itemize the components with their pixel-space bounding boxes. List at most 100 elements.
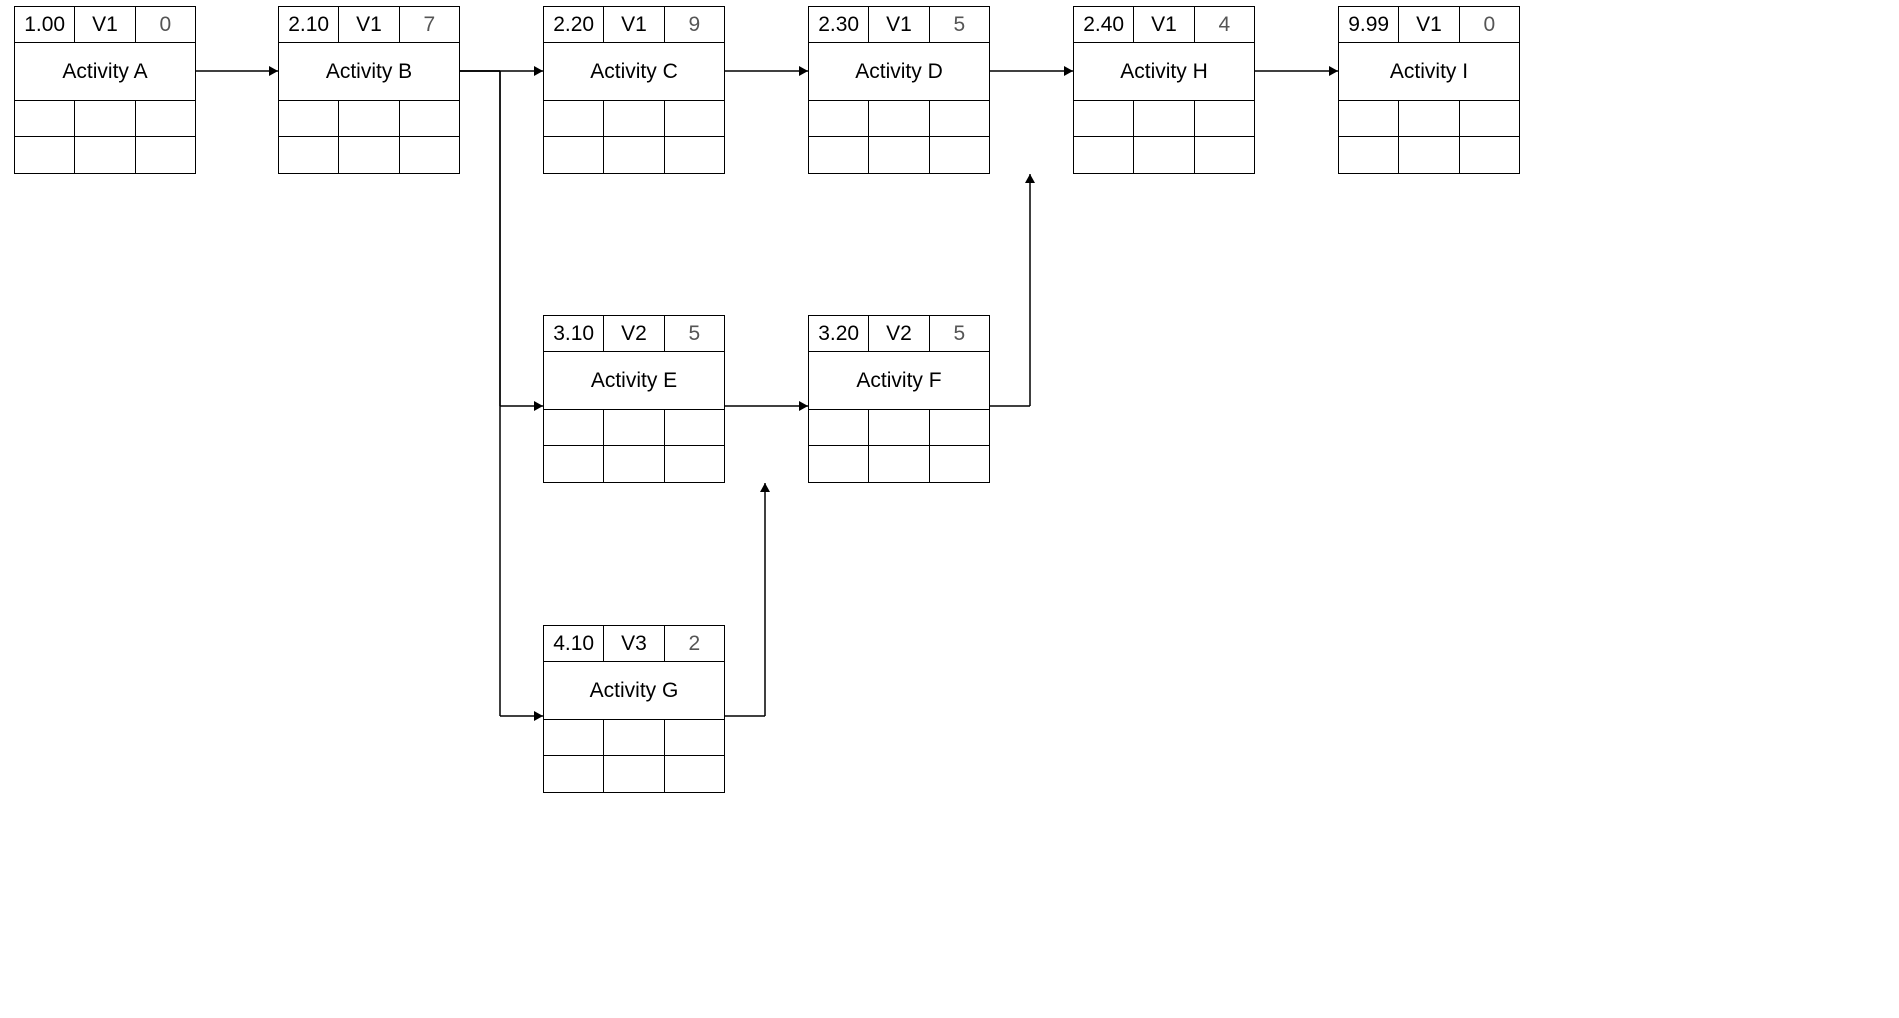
node-empty-cell (544, 101, 604, 137)
node-title: Activity G (544, 662, 724, 720)
node-version-cell: V1 (869, 7, 929, 43)
node-id-cell: 2.40 (1074, 7, 1134, 43)
node-empty-cell (809, 410, 869, 446)
node-empty-cell (930, 410, 989, 446)
node-empty-cell (809, 101, 869, 137)
node-empty-cell (809, 137, 869, 173)
node-header-row: 3.10V25 (544, 316, 724, 352)
node-empty-cell (400, 101, 459, 137)
activity-node-h: 2.40V14Activity H (1073, 6, 1255, 174)
node-title-row: Activity B (279, 43, 459, 101)
node-version-cell: V1 (1134, 7, 1194, 43)
node-empty-cell (1460, 101, 1519, 137)
node-empty-row (1339, 101, 1519, 137)
node-title-row: Activity I (1339, 43, 1519, 101)
node-id-cell: 1.00 (15, 7, 75, 43)
node-empty-cell (339, 137, 399, 173)
node-empty-cell (75, 137, 135, 173)
node-empty-cell (930, 446, 989, 482)
node-empty-row (544, 446, 724, 482)
node-empty-cell (604, 446, 664, 482)
node-empty-cell (604, 101, 664, 137)
node-empty-row (15, 101, 195, 137)
arrow-b-to-e (460, 71, 543, 411)
node-empty-cell (136, 137, 195, 173)
node-empty-cell (869, 410, 929, 446)
node-empty-cell (544, 756, 604, 792)
node-version-cell: V1 (1399, 7, 1459, 43)
node-empty-cell (665, 756, 724, 792)
node-id-cell: 3.20 (809, 316, 869, 352)
node-title: Activity A (15, 43, 195, 101)
node-duration-cell: 9 (665, 7, 724, 43)
node-empty-cell (665, 720, 724, 756)
node-header-row: 4.10V32 (544, 626, 724, 662)
node-version-cell: V1 (75, 7, 135, 43)
node-empty-cell (604, 410, 664, 446)
node-empty-row (1339, 137, 1519, 173)
node-empty-cell (930, 137, 989, 173)
node-duration-cell: 5 (930, 316, 989, 352)
node-id-cell: 4.10 (544, 626, 604, 662)
node-empty-cell (604, 137, 664, 173)
node-empty-cell (1074, 137, 1134, 173)
node-title: Activity H (1074, 43, 1254, 101)
node-version-cell: V2 (604, 316, 664, 352)
node-header-row: 9.99V10 (1339, 7, 1519, 43)
node-title-row: Activity H (1074, 43, 1254, 101)
arrow-e-to-f (725, 401, 808, 411)
activity-node-a: 1.00V10Activity A (14, 6, 196, 174)
node-title: Activity B (279, 43, 459, 101)
node-empty-cell (1339, 137, 1399, 173)
node-duration-cell: 0 (136, 7, 195, 43)
node-duration-cell: 0 (1460, 7, 1519, 43)
node-duration-cell: 4 (1195, 7, 1254, 43)
node-duration-cell: 5 (930, 7, 989, 43)
node-empty-row (279, 101, 459, 137)
node-header-row: 3.20V25 (809, 316, 989, 352)
node-id-cell: 2.10 (279, 7, 339, 43)
node-title: Activity I (1339, 43, 1519, 101)
node-version-cell: V2 (869, 316, 929, 352)
node-empty-row (1074, 137, 1254, 173)
activity-node-i: 9.99V10Activity I (1338, 6, 1520, 174)
node-duration-cell: 7 (400, 7, 459, 43)
node-empty-cell (604, 756, 664, 792)
node-empty-cell (1134, 137, 1194, 173)
arrow-d-to-h (990, 66, 1073, 76)
node-version-cell: V1 (604, 7, 664, 43)
node-empty-cell (604, 720, 664, 756)
node-id-cell: 2.30 (809, 7, 869, 43)
node-empty-cell (544, 720, 604, 756)
node-empty-row (809, 101, 989, 137)
activity-node-d: 2.30V15Activity D (808, 6, 990, 174)
arrow-c-to-d (725, 66, 808, 76)
node-empty-cell (1195, 137, 1254, 173)
node-header-row: 2.20V19 (544, 7, 724, 43)
arrow-h-to-i (1255, 66, 1338, 76)
node-empty-row (809, 446, 989, 482)
node-empty-cell (339, 101, 399, 137)
node-id-cell: 2.20 (544, 7, 604, 43)
node-empty-cell (544, 410, 604, 446)
node-empty-cell (869, 446, 929, 482)
node-empty-row (544, 137, 724, 173)
arrow-a-to-b (196, 66, 278, 76)
node-empty-cell (869, 137, 929, 173)
node-id-cell: 3.10 (544, 316, 604, 352)
node-empty-cell (1399, 137, 1459, 173)
node-empty-cell (930, 101, 989, 137)
node-empty-row (544, 101, 724, 137)
node-empty-row (279, 137, 459, 173)
node-title-row: Activity G (544, 662, 724, 720)
node-empty-cell (665, 410, 724, 446)
activity-node-c: 2.20V19Activity C (543, 6, 725, 174)
activity-node-b: 2.10V17Activity B (278, 6, 460, 174)
node-empty-cell (136, 101, 195, 137)
node-empty-cell (400, 137, 459, 173)
activity-node-e: 3.10V25Activity E (543, 315, 725, 483)
node-empty-cell (544, 446, 604, 482)
node-header-row: 2.30V15 (809, 7, 989, 43)
node-header-row: 1.00V10 (15, 7, 195, 43)
node-duration-cell: 5 (665, 316, 724, 352)
